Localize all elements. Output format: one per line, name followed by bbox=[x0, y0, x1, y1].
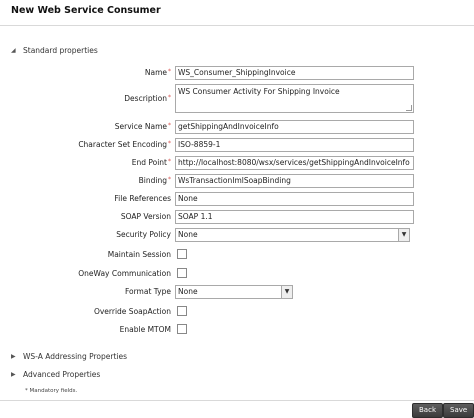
binding-label: Binding* bbox=[138, 176, 171, 185]
row-maintain-session: Maintain Session bbox=[0, 248, 474, 262]
chevron-down-icon[interactable]: ▼ bbox=[281, 286, 292, 298]
mandatory-note: * Mandatory fields. bbox=[25, 388, 78, 394]
section-advanced-label: Advanced Properties bbox=[23, 370, 101, 379]
soap-version-input[interactable]: SOAP 1.1 bbox=[175, 210, 414, 224]
maintain-session-label: Maintain Session bbox=[107, 250, 171, 259]
triangle-right-icon: ▶ bbox=[11, 353, 16, 360]
end-point-input[interactable]: http://localhost:8080/wsx/services/getSh… bbox=[175, 156, 414, 170]
resize-grip-icon[interactable] bbox=[406, 105, 412, 111]
binding-input[interactable]: WsTransactionImlSoapBinding bbox=[175, 174, 414, 188]
maintain-session-checkbox[interactable] bbox=[177, 249, 187, 259]
service-name-label: Service Name* bbox=[114, 122, 171, 131]
row-description: Description* WS Consumer Activity For Sh… bbox=[0, 84, 474, 113]
chevron-down-icon[interactable]: ▼ bbox=[398, 229, 409, 241]
row-override-soapaction: Override SoapAction bbox=[0, 305, 474, 319]
charset-input[interactable]: ISO-8859-1 bbox=[175, 138, 414, 152]
row-soap-version: SOAP Version SOAP 1.1 bbox=[0, 210, 474, 224]
section-standard-label: Standard properties bbox=[23, 46, 98, 55]
name-input[interactable]: WS_Consumer_ShippingInvoice bbox=[175, 66, 414, 80]
row-charset: Character Set Encoding* ISO-8859-1 bbox=[0, 138, 474, 152]
security-policy-select[interactable]: None ▼ bbox=[175, 228, 410, 242]
override-soapaction-label: Override SoapAction bbox=[93, 307, 171, 316]
section-standard-properties[interactable]: ◢ Standard properties bbox=[11, 46, 98, 55]
service-name-input[interactable]: getShippingAndInvoiceInfo bbox=[175, 120, 414, 134]
row-name: Name* WS_Consumer_ShippingInvoice bbox=[0, 66, 474, 80]
row-file-references: File References None bbox=[0, 192, 474, 206]
end-point-label: End Point* bbox=[131, 158, 171, 167]
security-policy-value: None bbox=[178, 230, 198, 239]
save-button[interactable]: Save bbox=[443, 403, 474, 418]
charset-label: Character Set Encoding* bbox=[78, 140, 171, 149]
footer-divider bbox=[0, 400, 474, 401]
row-oneway-communication: OneWay Communication bbox=[0, 267, 474, 281]
soap-version-label: SOAP Version bbox=[120, 212, 171, 221]
page-title: New Web Service Consumer bbox=[11, 5, 161, 16]
description-value: WS Consumer Activity For Shipping Invoic… bbox=[178, 87, 340, 96]
format-type-value: None bbox=[178, 287, 198, 296]
title-divider bbox=[0, 25, 474, 26]
row-security-policy: Security Policy None ▼ bbox=[0, 228, 474, 242]
name-label: Name* bbox=[144, 68, 171, 77]
row-end-point: End Point* http://localhost:8080/wsx/ser… bbox=[0, 156, 474, 170]
row-enable-mtom: Enable MTOM bbox=[0, 323, 474, 337]
row-service-name: Service Name* getShippingAndInvoiceInfo bbox=[0, 120, 474, 134]
back-button[interactable]: Back bbox=[412, 403, 443, 418]
section-advanced-properties[interactable]: ▶ Advanced Properties bbox=[11, 370, 100, 379]
section-wsa-label: WS-A Addressing Properties bbox=[23, 352, 127, 361]
enable-mtom-label: Enable MTOM bbox=[119, 325, 171, 334]
row-format-type: Format Type None ▼ bbox=[0, 285, 474, 299]
format-type-label: Format Type bbox=[124, 287, 171, 296]
description-textarea[interactable]: WS Consumer Activity For Shipping Invoic… bbox=[175, 84, 414, 113]
triangle-right-icon: ▶ bbox=[11, 371, 16, 378]
security-policy-label: Security Policy bbox=[116, 230, 171, 239]
enable-mtom-checkbox[interactable] bbox=[177, 324, 187, 334]
oneway-communication-checkbox[interactable] bbox=[177, 268, 187, 278]
row-binding: Binding* WsTransactionImlSoapBinding bbox=[0, 174, 474, 188]
override-soapaction-checkbox[interactable] bbox=[177, 306, 187, 316]
format-type-select[interactable]: None ▼ bbox=[175, 285, 293, 299]
section-wsa-addressing[interactable]: ▶ WS-A Addressing Properties bbox=[11, 352, 127, 361]
oneway-communication-label: OneWay Communication bbox=[78, 269, 171, 278]
description-label: Description* bbox=[124, 94, 171, 103]
file-references-label: File References bbox=[114, 194, 171, 203]
file-references-input[interactable]: None bbox=[175, 192, 414, 206]
triangle-down-icon: ◢ bbox=[11, 47, 16, 54]
